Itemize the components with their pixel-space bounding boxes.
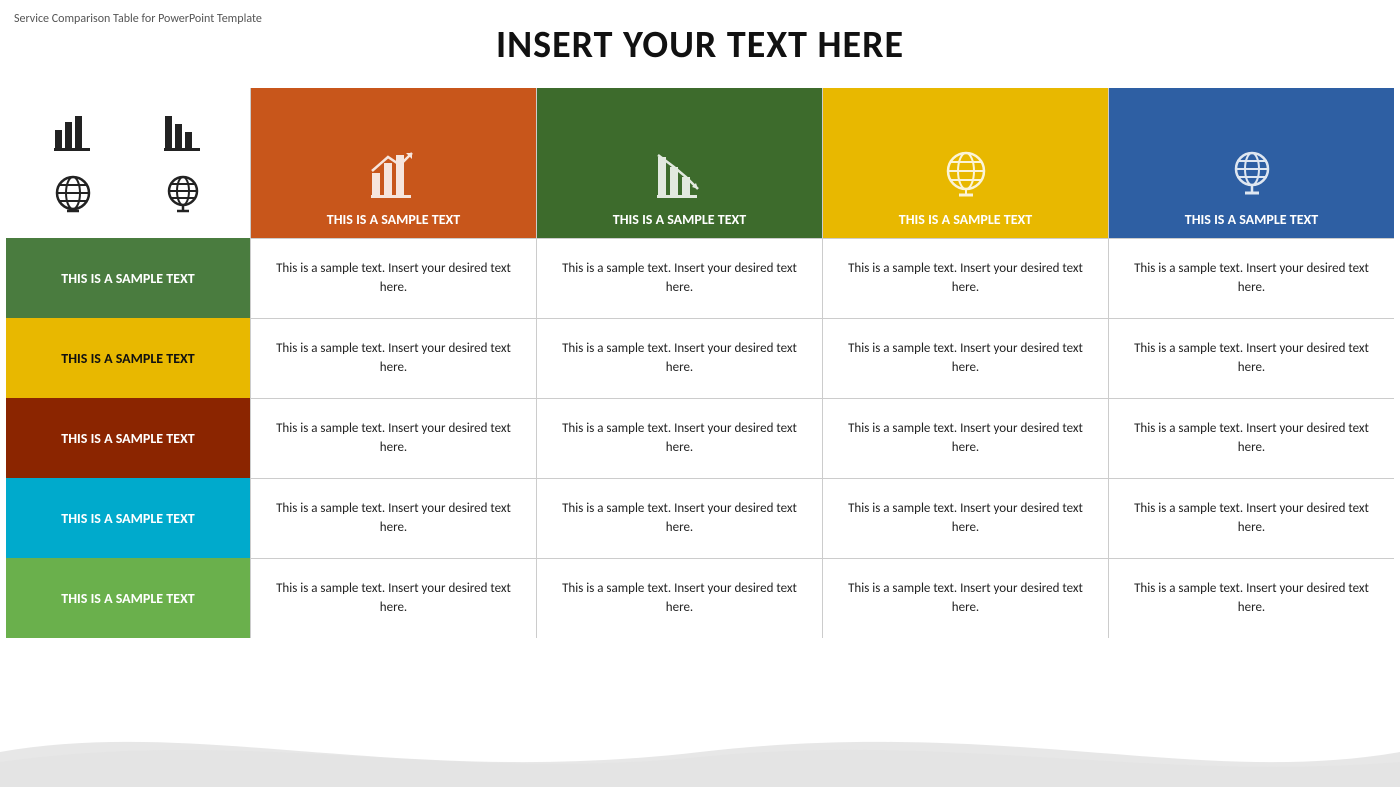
data-col-3: THIS IS A SAMPLE TEXT This is a sample te… (1108, 88, 1394, 638)
col-header-icon-2 (940, 149, 992, 205)
watermark-label: Service Comparison Table for PowerPoint … (14, 12, 262, 26)
cell-2-3: This is a sample text. Insert your desir… (1109, 398, 1394, 478)
main-table: THIS IS A SAMPLE TEXTTHIS IS A SAMPLE TE… (0, 88, 1400, 638)
cell-4-2: This is a sample text. Insert your desir… (823, 558, 1108, 638)
col-header-icon-1 (654, 149, 706, 205)
col-header-label-2: THIS IS A SAMPLE TEXT (899, 211, 1032, 228)
cell-1-3: This is a sample text. Insert your desir… (1109, 318, 1394, 398)
bar-chart-up-icon (51, 110, 95, 154)
icon-panel (6, 88, 250, 238)
cell-4-0: This is a sample text. Insert your desir… (251, 558, 536, 638)
row-label-2: THIS IS A SAMPLE TEXT (6, 398, 250, 478)
col-header-icon-0 (368, 149, 420, 205)
row-label-4: THIS IS A SAMPLE TEXT (6, 558, 250, 638)
row-labels: THIS IS A SAMPLE TEXTTHIS IS A SAMPLE TE… (6, 238, 250, 638)
cell-4-1: This is a sample text. Insert your desir… (537, 558, 822, 638)
cell-1-0: This is a sample text. Insert your desir… (251, 318, 536, 398)
cell-3-2: This is a sample text. Insert your desir… (823, 478, 1108, 558)
row-label-3: THIS IS A SAMPLE TEXT (6, 478, 250, 558)
wave-decoration (0, 717, 1400, 787)
bar-chart-down-icon (161, 110, 205, 154)
data-col-0: THIS IS A SAMPLE TEXT This is a sample te… (250, 88, 536, 638)
data-col-1: THIS IS A SAMPLE TEXT This is a sample te… (536, 88, 822, 638)
col-header-2: THIS IS A SAMPLE TEXT (823, 88, 1108, 238)
cell-0-1: This is a sample text. Insert your desir… (537, 238, 822, 318)
cell-2-0: This is a sample text. Insert your desir… (251, 398, 536, 478)
cell-3-3: This is a sample text. Insert your desir… (1109, 478, 1394, 558)
cell-1-1: This is a sample text. Insert your desir… (537, 318, 822, 398)
cell-4-3: This is a sample text. Insert your desir… (1109, 558, 1394, 638)
col-header-0: THIS IS A SAMPLE TEXT (251, 88, 536, 238)
cell-3-1: This is a sample text. Insert your desir… (537, 478, 822, 558)
row-label-1: THIS IS A SAMPLE TEXT (6, 318, 250, 398)
globe-filled-icon (51, 173, 95, 217)
cell-0-3: This is a sample text. Insert your desir… (1109, 238, 1394, 318)
col-header-icon-3 (1226, 149, 1278, 205)
data-col-2: THIS IS A SAMPLE TEXT This is a sample te… (822, 88, 1108, 638)
left-column: THIS IS A SAMPLE TEXTTHIS IS A SAMPLE TE… (6, 88, 250, 638)
row-label-0: THIS IS A SAMPLE TEXT (6, 238, 250, 318)
cell-2-1: This is a sample text. Insert your desir… (537, 398, 822, 478)
col-header-3: THIS IS A SAMPLE TEXT (1109, 88, 1394, 238)
data-columns: THIS IS A SAMPLE TEXT This is a sample te… (250, 88, 1394, 638)
col-header-label-1: THIS IS A SAMPLE TEXT (613, 211, 746, 228)
globe-stand-icon (161, 173, 205, 217)
cell-0-2: This is a sample text. Insert your desir… (823, 238, 1108, 318)
cell-2-2: This is a sample text. Insert your desir… (823, 398, 1108, 478)
cell-1-2: This is a sample text. Insert your desir… (823, 318, 1108, 398)
col-header-1: THIS IS A SAMPLE TEXT (537, 88, 822, 238)
cell-3-0: This is a sample text. Insert your desir… (251, 478, 536, 558)
cell-0-0: This is a sample text. Insert your desir… (251, 238, 536, 318)
col-header-label-0: THIS IS A SAMPLE TEXT (327, 211, 460, 228)
col-header-label-3: THIS IS A SAMPLE TEXT (1185, 211, 1318, 228)
